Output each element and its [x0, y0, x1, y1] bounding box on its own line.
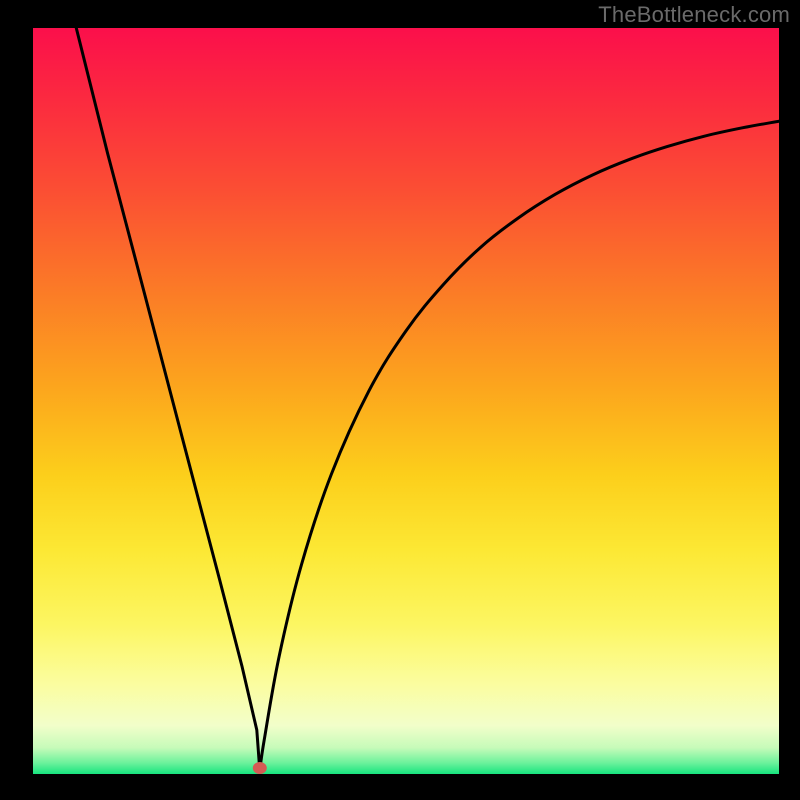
optimal-marker — [253, 762, 267, 774]
chart-frame: TheBottleneck.com — [0, 0, 800, 800]
bottleneck-chart — [0, 0, 800, 800]
attribution-text: TheBottleneck.com — [598, 2, 790, 28]
gradient-background — [33, 28, 779, 774]
